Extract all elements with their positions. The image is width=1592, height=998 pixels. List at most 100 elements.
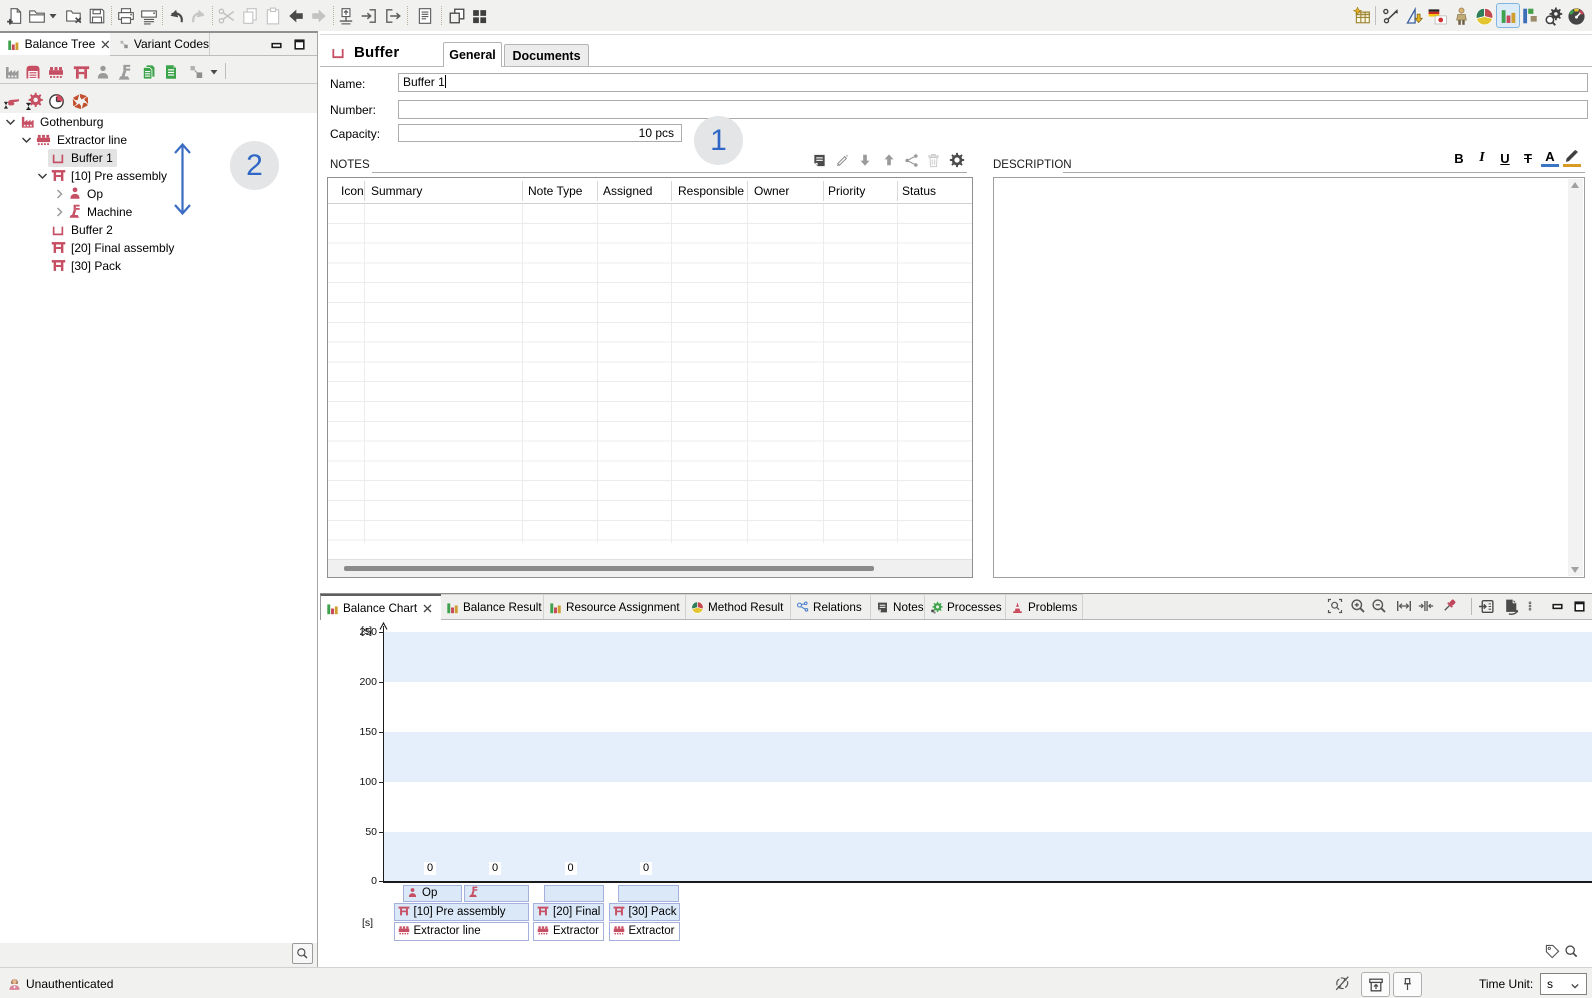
tree-item-30-pack[interactable]: [30] Pack bbox=[0, 257, 317, 275]
add-station-icon[interactable] bbox=[71, 61, 91, 83]
column-header-assigned[interactable]: Assigned bbox=[603, 183, 652, 199]
add-document-icon[interactable] bbox=[161, 61, 180, 83]
tab-relations[interactable]: Relations bbox=[791, 594, 871, 619]
tab-problems[interactable]: Problems bbox=[1006, 594, 1083, 619]
scroll-down-arrow-icon[interactable] bbox=[1571, 567, 1579, 573]
scrollbar-thumb[interactable] bbox=[344, 566, 874, 571]
tab-balance-chart[interactable]: Balance Chart bbox=[320, 594, 441, 620]
forward-icon[interactable] bbox=[308, 5, 330, 27]
column-header-summary[interactable]: Summary bbox=[371, 183, 422, 199]
takt-hand-icon[interactable] bbox=[2, 90, 21, 112]
tab-variant-codes[interactable]: Variant Codes bbox=[111, 33, 210, 55]
column-divider[interactable] bbox=[364, 181, 365, 201]
maximize-panel-icon[interactable] bbox=[293, 38, 306, 51]
variant-icon[interactable] bbox=[186, 61, 206, 83]
new-table-icon[interactable] bbox=[1351, 5, 1373, 27]
tab-close-icon[interactable] bbox=[423, 604, 432, 613]
pin-button[interactable] bbox=[1393, 972, 1422, 997]
strikethrough-button[interactable]: T bbox=[1519, 149, 1537, 167]
highlight-button[interactable] bbox=[1563, 149, 1581, 167]
description-textarea[interactable] bbox=[993, 177, 1585, 578]
print-preview-icon[interactable] bbox=[138, 5, 160, 27]
notes-table[interactable]: Icon Summary Note Type Assigned Responsi… bbox=[327, 177, 973, 578]
name-input[interactable]: Buffer 1 bbox=[398, 73, 1588, 92]
tab-close-icon[interactable] bbox=[101, 40, 110, 49]
number-input[interactable] bbox=[398, 100, 1588, 119]
maximize-panel-icon[interactable] bbox=[1569, 596, 1589, 616]
tab-notes[interactable]: Notes bbox=[871, 594, 925, 619]
redo-icon[interactable] bbox=[188, 5, 210, 27]
move-down-icon[interactable] bbox=[855, 151, 875, 169]
minimize-panel-icon[interactable] bbox=[270, 39, 283, 52]
takt-gear-icon[interactable] bbox=[24, 90, 44, 112]
tab-documents[interactable]: Documents bbox=[504, 44, 589, 67]
italic-button[interactable]: I bbox=[1473, 149, 1491, 167]
chevron-down-icon[interactable] bbox=[37, 171, 48, 181]
legend-line-2[interactable]: Extractor bbox=[533, 922, 604, 941]
pin-icon[interactable] bbox=[1439, 596, 1459, 616]
export-model-icon[interactable] bbox=[1403, 5, 1425, 27]
balance-chart-icon[interactable] bbox=[1496, 3, 1520, 28]
undo-icon[interactable] bbox=[165, 5, 187, 27]
gauge-icon[interactable] bbox=[1565, 5, 1587, 27]
column-divider[interactable] bbox=[671, 181, 672, 201]
tree-search-button[interactable] bbox=[292, 943, 313, 964]
column-divider[interactable] bbox=[597, 181, 598, 201]
column-header-priority[interactable]: Priority bbox=[828, 183, 865, 199]
delete-note-icon[interactable] bbox=[923, 151, 943, 169]
copy-documents-icon[interactable] bbox=[139, 61, 158, 83]
chart-search-icon[interactable] bbox=[1564, 944, 1579, 959]
tab-general[interactable]: General bbox=[443, 42, 502, 67]
print-icon[interactable] bbox=[115, 5, 137, 27]
column-header-note-type[interactable]: Note Type bbox=[528, 183, 582, 199]
scroll-up-arrow-icon[interactable] bbox=[1571, 182, 1579, 188]
tab-processes[interactable]: Processes bbox=[925, 594, 1006, 619]
chevron-down-icon[interactable] bbox=[21, 135, 32, 145]
import-icon[interactable] bbox=[358, 5, 380, 27]
paste-icon[interactable] bbox=[262, 5, 284, 27]
add-factory-icon[interactable] bbox=[2, 61, 21, 83]
chevron-right-icon[interactable] bbox=[54, 207, 65, 217]
legend-line-3[interactable]: Extractor bbox=[609, 922, 680, 941]
variant-dropdown-icon[interactable] bbox=[208, 61, 220, 83]
view-menu-icon[interactable] bbox=[1524, 596, 1536, 616]
share-icon[interactable] bbox=[1380, 5, 1402, 27]
tab-method-result[interactable]: Method Result bbox=[686, 594, 791, 619]
balance-chart[interactable]: 250 200 150 100 50 0 [s] [s] 0 0 0 0 Op … bbox=[320, 621, 1592, 963]
share-note-icon[interactable] bbox=[901, 151, 921, 169]
analysis-settings-icon[interactable] bbox=[1542, 5, 1564, 27]
column-header-owner[interactable]: Owner bbox=[754, 183, 789, 199]
minimize-panel-icon[interactable] bbox=[1547, 596, 1567, 616]
legend-station-20[interactable]: [20] Final bbox=[533, 903, 604, 921]
close-project-icon[interactable] bbox=[63, 5, 85, 27]
zoom-out-icon[interactable] bbox=[1369, 596, 1389, 616]
resource-chart-icon[interactable] bbox=[1519, 5, 1541, 27]
tag-icon[interactable] bbox=[1545, 944, 1560, 959]
time-unit-select[interactable]: s bbox=[1540, 973, 1587, 995]
chevron-down-icon[interactable] bbox=[5, 117, 16, 127]
column-divider[interactable] bbox=[522, 181, 523, 201]
legend-station-10[interactable]: [10] Pre assembly bbox=[394, 903, 529, 921]
method-result-icon[interactable] bbox=[1473, 5, 1495, 27]
font-color-button[interactable]: A bbox=[1541, 149, 1559, 167]
column-divider[interactable] bbox=[747, 181, 748, 201]
reports-icon[interactable] bbox=[414, 5, 436, 27]
publish-icon[interactable] bbox=[335, 5, 357, 27]
export-icon[interactable] bbox=[382, 5, 404, 27]
tree-item-20-final-assembly[interactable]: [20] Final assembly bbox=[0, 239, 317, 257]
tab-balance-result[interactable]: Balance Result bbox=[441, 594, 544, 619]
sync-off-icon[interactable] bbox=[1334, 975, 1351, 992]
notes-table-hscrollbar[interactable] bbox=[328, 559, 972, 577]
tab-resource-assignment[interactable]: Resource Assignment bbox=[544, 594, 686, 619]
legend-resource-op[interactable]: Op bbox=[403, 885, 462, 902]
description-vscrollbar[interactable] bbox=[1568, 179, 1583, 576]
windows-icon[interactable] bbox=[446, 5, 468, 27]
note-settings-icon[interactable] bbox=[947, 151, 967, 169]
add-machine-icon[interactable] bbox=[115, 61, 135, 83]
page-setup-icon[interactable] bbox=[1501, 596, 1521, 616]
open-in-editor-icon[interactable] bbox=[1476, 596, 1496, 616]
open-project-dropdown-icon[interactable] bbox=[47, 5, 59, 27]
languages-icon[interactable] bbox=[1426, 5, 1448, 27]
zoom-in-icon[interactable] bbox=[1348, 596, 1368, 616]
new-document-icon[interactable] bbox=[4, 5, 26, 27]
